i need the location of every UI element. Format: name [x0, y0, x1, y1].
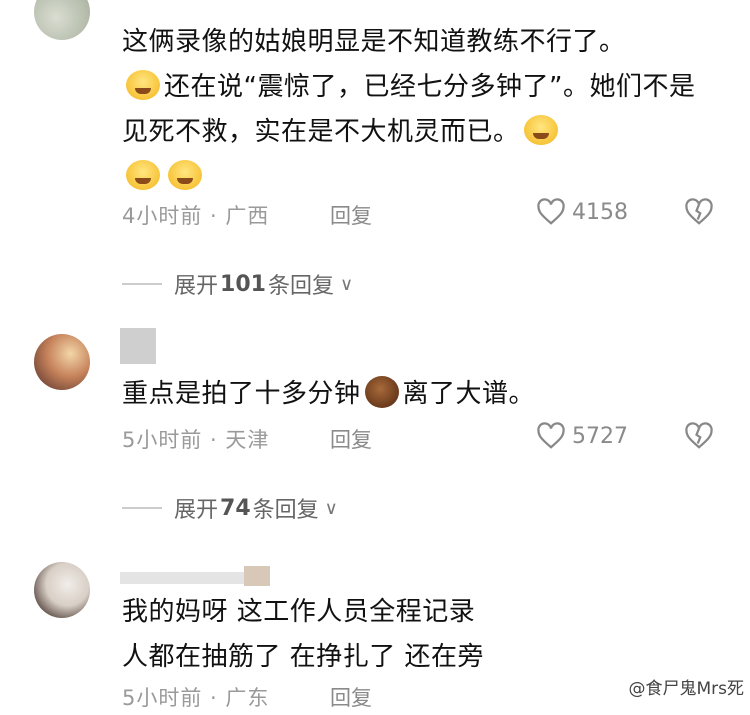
username-mosaic [244, 566, 270, 586]
comment-text-part: 这俩录像的姑娘明显是不知道教练不行了。 [122, 27, 626, 57]
reply-count: 74 [220, 495, 251, 521]
reply-count: 101 [220, 271, 266, 297]
comment-text-part: 还在说“震惊了，已经七分多钟了”。她们不是见死不救，实在是不大机灵而已。 [122, 72, 696, 147]
laugh-cry-emoji-icon [126, 70, 160, 100]
heart-icon [537, 422, 565, 449]
dizzy-emoji-icon [364, 376, 399, 408]
laugh-cry-emoji-icon [523, 115, 558, 145]
comment-text-line: 我的妈呀 这工作人员全程记录 [122, 597, 476, 627]
comment-text-line: 人都在抽筋了 在挣扎了 还在旁 [122, 642, 485, 672]
broken-heart-icon[interactable] [684, 422, 714, 450]
expand-replies-button[interactable]: 展开 101 条回复 ∨ [122, 268, 353, 300]
expand-label: 展开 [174, 498, 219, 523]
like-count: 4158 [572, 199, 628, 225]
comment-text-part: 离了大谱。 [402, 379, 536, 409]
reply-button[interactable]: 回复 [330, 200, 372, 230]
avatar[interactable] [34, 334, 90, 390]
username-mosaic [120, 328, 156, 364]
expand-replies-button[interactable]: 展开 74 条回复 ∨ [122, 492, 338, 524]
laugh-cry-emoji-icon [168, 160, 202, 190]
reply-button[interactable]: 回复 [330, 424, 372, 454]
like-count: 5727 [572, 423, 628, 449]
laugh-cry-emoji-icon [126, 160, 160, 190]
comment-time-location: 5小时前 · 天津 [122, 428, 270, 452]
expand-label: 条回复 [252, 498, 319, 523]
chevron-down-icon: ∨ [324, 497, 338, 519]
expand-label: 展开 [174, 274, 219, 299]
like-button[interactable]: 5727 [536, 422, 628, 450]
broken-heart-icon[interactable] [684, 198, 714, 226]
comment-time-location: 5小时前 · 广东 [122, 686, 270, 710]
divider [122, 283, 162, 285]
comment-text-part: 重点是拍了十多分钟 [122, 379, 361, 409]
reply-button[interactable]: 回复 [330, 682, 372, 712]
comment-time-location: 4小时前 · 广西 [122, 204, 270, 228]
comment-text: 重点是拍了十多分钟 离了大谱。 [122, 372, 712, 417]
comment-text: 我的妈呀 这工作人员全程记录 人都在抽筋了 在挣扎了 还在旁 [122, 590, 712, 680]
comment-text: 这俩录像的姑娘明显是不知道教练不行了。 还在说“震惊了，已经七分多钟了”。她们不… [122, 20, 712, 200]
watermark: @食尸鬼Mrs死 [628, 679, 744, 699]
chevron-down-icon: ∨ [339, 273, 354, 295]
expand-label: 条回复 [267, 274, 334, 299]
avatar[interactable] [34, 0, 90, 40]
divider [122, 507, 162, 509]
like-button[interactable]: 4158 [536, 198, 628, 226]
heart-icon [537, 198, 565, 225]
avatar[interactable] [34, 562, 90, 618]
